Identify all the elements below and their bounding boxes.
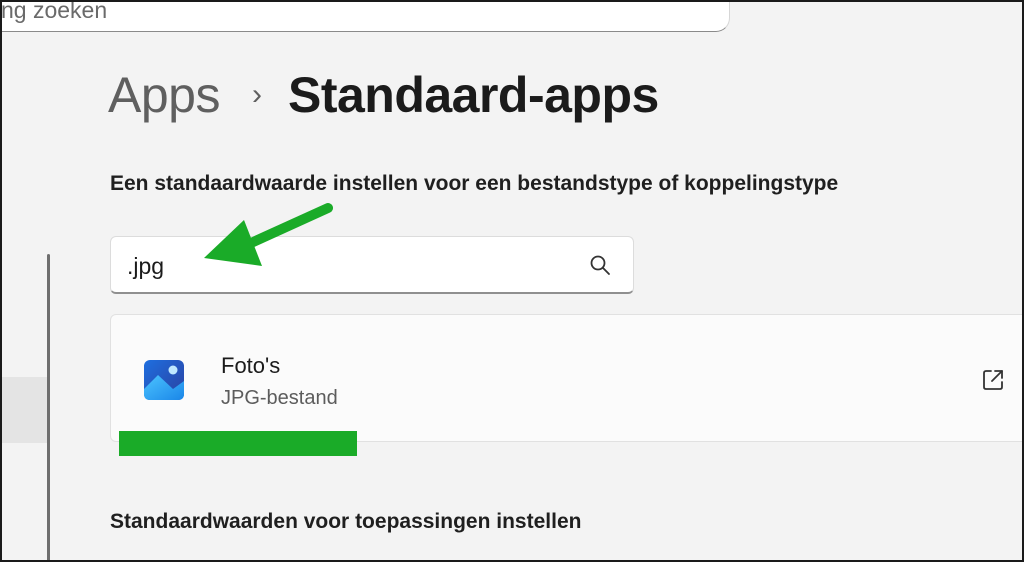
settings-search-box[interactable]: ng zoeken [0, 0, 730, 32]
annotation-highlight-bar [119, 431, 357, 456]
nav-selected-item[interactable] [0, 377, 47, 443]
filetype-search-input[interactable]: .jpg [110, 236, 634, 294]
photos-app-icon [144, 360, 184, 400]
filetype-search-value: .jpg [127, 253, 165, 279]
filetype-section-label: Een standaardwaarde instellen voor een b… [110, 172, 839, 195]
breadcrumb: Apps › Standaard-apps [108, 66, 659, 124]
nav-scrollbar[interactable] [47, 254, 50, 562]
open-external-icon[interactable] [981, 368, 1005, 392]
breadcrumb-separator: › [251, 78, 262, 111]
apps-section-label: Standaardwaarden voor toepassingen inste… [110, 510, 582, 533]
filetype-result-row[interactable]: Foto's JPG-bestand [110, 314, 1024, 442]
app-name: Foto's [221, 353, 281, 378]
file-type-label: JPG-bestand [221, 387, 338, 409]
annotation-arrow-icon [204, 203, 333, 266]
page-title: Standaard-apps [287, 67, 659, 123]
breadcrumb-apps-link[interactable]: Apps [108, 66, 220, 124]
settings-search-text: ng zoeken [1, 0, 108, 23]
search-icon[interactable] [589, 254, 611, 276]
